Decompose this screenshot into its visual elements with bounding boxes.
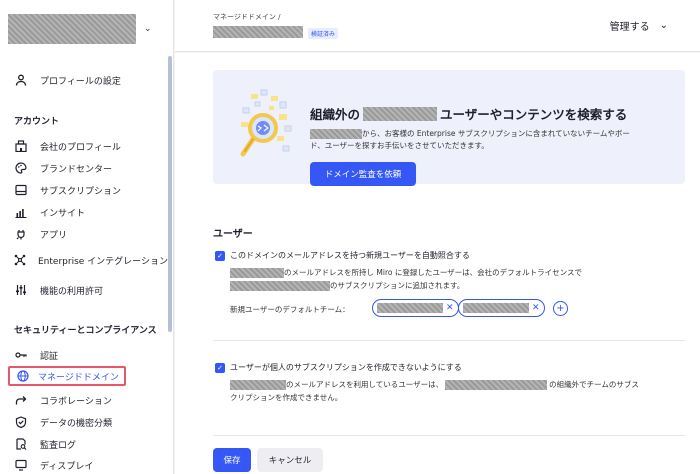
domain-redacted bbox=[230, 380, 286, 390]
domain-redacted bbox=[230, 268, 284, 278]
sidebar-item-label: ブランドセンター bbox=[40, 164, 113, 175]
sidebar-item-label: データの機密分類 bbox=[40, 418, 113, 429]
sidebar-item-authentication[interactable]: 認証 bbox=[0, 345, 166, 365]
team-chip[interactable]: ✕ bbox=[458, 299, 545, 317]
bar-chart-icon bbox=[14, 205, 28, 219]
main-content: 組織外の ユーザーやコンテンツを検索する から、お客様の Enterprise … bbox=[175, 53, 700, 474]
sidebar-item-label: インサイト bbox=[40, 208, 86, 219]
sidebar-item-label: 機能の利用許可 bbox=[40, 286, 104, 297]
auto-match-desc-text2: のサブスクリプションに追加されます。 bbox=[330, 281, 465, 290]
org-name-redacted bbox=[363, 106, 438, 121]
building-icon bbox=[14, 139, 28, 153]
sidebar-item-subscription[interactable]: サブスクリプション bbox=[0, 180, 166, 200]
block-personal-subscriptions-label: ユーザーが個人のサブスクリプションを作成できないようにする bbox=[230, 363, 462, 372]
plug-icon bbox=[14, 227, 28, 241]
sidebar: ⌄ プロフィールの設定 アカウント 会社のプロフィール ブランドセンター サブス… bbox=[0, 0, 174, 474]
sidebar-item-audit-logs[interactable]: 監査ログ bbox=[0, 434, 166, 454]
close-icon[interactable]: ✕ bbox=[532, 303, 540, 313]
sidebar-item-company-profile[interactable]: 会社のプロフィール bbox=[0, 136, 166, 156]
team-chip[interactable]: ✕ bbox=[372, 299, 459, 317]
sidebar-item-label: サブスクリプション bbox=[40, 186, 122, 197]
banner-desc-line2: ド、ユーザーを探すお手伝いをさせていただきます。 bbox=[310, 141, 489, 150]
sidebar-item-label: 会社のプロフィール bbox=[40, 142, 121, 153]
subscription-icon bbox=[14, 183, 28, 197]
sidebar-item-label: Enterprise インテグレーション bbox=[38, 256, 168, 267]
org-switcher[interactable]: ⌄ bbox=[8, 12, 166, 46]
sidebar-item-managed-domains[interactable]: マネージドドメイン bbox=[8, 366, 126, 386]
add-team-button[interactable]: + bbox=[553, 301, 568, 316]
divider bbox=[213, 340, 685, 341]
company-name-redacted bbox=[310, 129, 362, 139]
org-name-redacted bbox=[230, 281, 330, 291]
sidebar-item-brand-center[interactable]: ブランドセンター bbox=[0, 158, 166, 178]
magnifier-illustration-icon bbox=[233, 88, 303, 168]
share-arrow-icon bbox=[14, 393, 28, 407]
sidebar-scrollbar[interactable] bbox=[168, 56, 172, 332]
globe-icon bbox=[16, 369, 30, 383]
user-icon bbox=[14, 73, 28, 87]
default-team-label: 新規ユーザーのデフォルトチーム： bbox=[230, 305, 350, 314]
sidebar-item-apps[interactable]: アプリ bbox=[0, 224, 166, 244]
banner-title: 組織外の ユーザーやコンテンツを検索する bbox=[310, 104, 627, 123]
sidebar-item-data-classification[interactable]: データの機密分類 bbox=[0, 412, 166, 432]
org-name-redacted bbox=[8, 14, 136, 44]
breadcrumb[interactable]: マネージドドメイン / bbox=[213, 12, 280, 22]
footer-divider bbox=[213, 435, 685, 436]
key-icon bbox=[14, 348, 28, 362]
palette-icon bbox=[14, 161, 28, 175]
team-name-redacted bbox=[463, 303, 529, 313]
auto-match-label: このドメインのメールアドレスを持つ新規ユーザーを自動照合する bbox=[230, 251, 470, 260]
block-personal-subscriptions-checkbox[interactable]: ✓ bbox=[215, 363, 225, 373]
manage-label: 管理する bbox=[609, 22, 650, 33]
close-icon[interactable]: ✕ bbox=[446, 303, 454, 313]
sidebar-item-insights[interactable]: インサイト bbox=[0, 202, 166, 222]
banner-description: から、お客様の Enterprise サブスクリプションに含まれていないチームや… bbox=[310, 128, 680, 152]
auto-match-description-line2: のサブスクリプションに追加されます。 bbox=[230, 279, 464, 292]
sidebar-item-collaboration[interactable]: コラボレーション bbox=[0, 390, 166, 410]
sidebar-item-label: マネージドドメイン bbox=[38, 372, 119, 383]
sidebar-item-display[interactable]: ディスプレイ bbox=[0, 455, 166, 474]
sidebar-item-label: アプリ bbox=[40, 230, 68, 241]
sidebar-item-enterprise-integration[interactable]: Enterprise インテグレーション bbox=[0, 250, 168, 270]
sidebar-item-profile-settings[interactable]: プロフィールの設定 bbox=[0, 70, 166, 90]
sidebar-item-label: 監査ログ bbox=[40, 440, 77, 451]
banner-title-prefix: 組織外の bbox=[310, 107, 361, 122]
auto-match-checkbox[interactable]: ✓ bbox=[215, 251, 225, 261]
audit-log-icon bbox=[14, 437, 28, 451]
sidebar-item-label: 認証 bbox=[40, 351, 59, 362]
sidebar-item-label: コラボレーション bbox=[40, 396, 112, 407]
request-domain-audit-button[interactable]: ドメイン監査を依頼 bbox=[310, 162, 416, 186]
cancel-button[interactable]: キャンセル bbox=[257, 448, 323, 472]
block-desc-text1a: のメールアドレスを利用しているユーザーは、 bbox=[286, 380, 444, 389]
auto-match-description-line1: のメールアドレスを所持し Miro に登録したユーザーは、会社のデフォルトライセ… bbox=[230, 266, 582, 279]
auto-match-desc-text1: のメールアドレスを所持し Miro に登録したユーザーは、会社のデフォルトライセ… bbox=[284, 268, 583, 277]
security-section-header: セキュリティーとコンプライアンス bbox=[14, 326, 157, 336]
chevron-down-icon[interactable]: ⌄ bbox=[144, 24, 152, 34]
shield-check-icon bbox=[14, 415, 28, 429]
domain-name-redacted bbox=[213, 26, 303, 38]
block-desc-text1b: の組織外でチームのサブス bbox=[549, 380, 639, 389]
search-outside-banner: 組織外の ユーザーやコンテンツを検索する から、お客様の Enterprise … bbox=[213, 70, 685, 186]
verified-badge: 検証済み bbox=[308, 28, 339, 39]
account-section-header: アカウント bbox=[14, 117, 60, 127]
sidebar-item-label: ディスプレイ bbox=[40, 461, 94, 472]
banner-desc-line1: から、お客様の Enterprise サブスクリプションに含まれていないチームや… bbox=[362, 129, 630, 138]
block-personal-desc-line1: のメールアドレスを利用しているユーザーは、 の組織外でチームのサブス bbox=[230, 378, 639, 391]
integration-icon bbox=[14, 253, 26, 267]
team-name-redacted bbox=[377, 303, 443, 313]
block-personal-desc-line2: クリプションを作成できません。 bbox=[230, 393, 343, 402]
monitor-icon bbox=[14, 458, 28, 472]
users-section-header: ユーザー bbox=[213, 229, 253, 240]
sidebar-item-feature-permissions[interactable]: 機能の利用許可 bbox=[0, 280, 166, 300]
manage-dropdown[interactable]: 管理する ⌄ bbox=[610, 18, 668, 33]
page-header: マネージドドメイン / 検証済み 管理する ⌄ bbox=[175, 0, 700, 52]
sidebar-item-label: プロフィールの設定 bbox=[40, 76, 121, 87]
chevron-down-icon: ⌄ bbox=[659, 20, 668, 31]
banner-title-suffix: ユーザーやコンテンツを検索する bbox=[440, 107, 628, 122]
org-name-redacted bbox=[445, 380, 548, 390]
save-button[interactable]: 保存 bbox=[213, 448, 251, 472]
sliders-icon bbox=[14, 283, 28, 297]
